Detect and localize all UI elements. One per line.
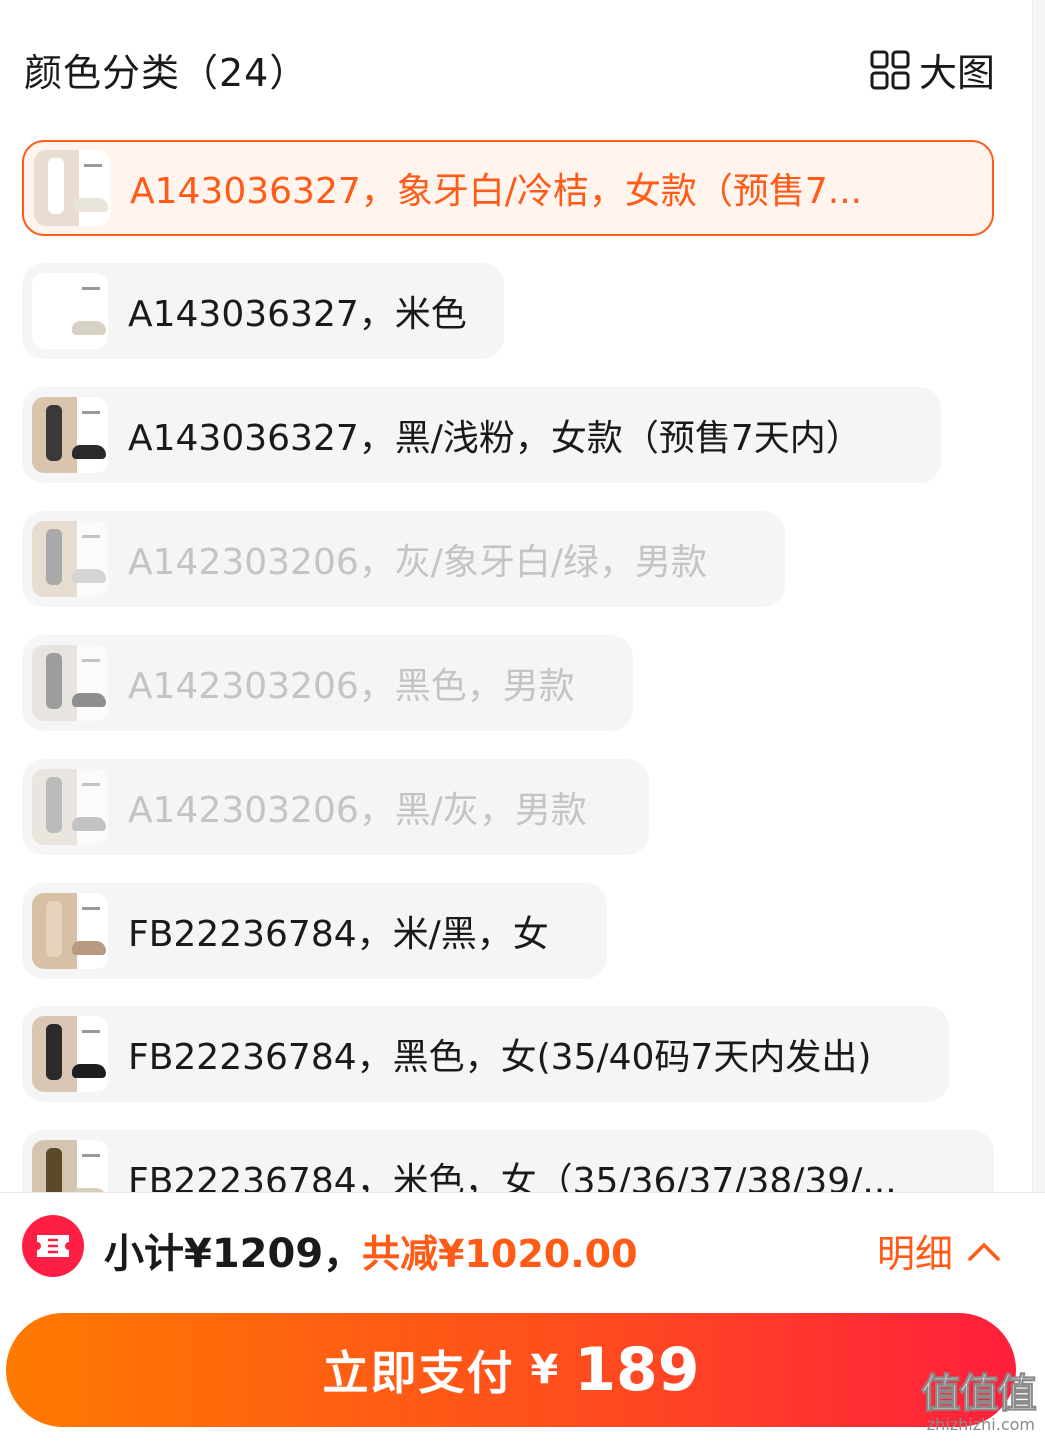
variant-thumbnail <box>32 521 108 597</box>
variant-option[interactable]: A142303206，灰/象牙白/绿，男款 <box>22 511 785 607</box>
grid-icon <box>870 50 910 89</box>
variant-label: FB22236784，黑色，女(35/40码7天内发出) <box>128 1037 872 1078</box>
variant-option[interactable]: A143036327，象牙白/冷桔，女款（预售7... <box>22 140 994 236</box>
variant-option[interactable]: A143036327，米色 <box>22 263 504 359</box>
variant-label: A143036327，黑/浅粉，女款（预售7天内） <box>128 418 862 459</box>
large-view-label: 大图 <box>918 51 995 95</box>
header: 颜色分类（24） 大图 <box>24 38 995 98</box>
variant-label: A142303206，黑/灰，男款 <box>128 790 587 831</box>
variant-label: A142303206，黑色，男款 <box>128 666 575 707</box>
variant-thumbnail <box>32 645 108 721</box>
checkout-bar: 小计¥1209， 共减¥1020.00 明细 立即支付 ¥ 189 值值值 zh… <box>0 1192 1045 1441</box>
variant-thumbnail <box>34 150 110 226</box>
variant-option[interactable]: A142303206，黑色，男款 <box>22 635 633 731</box>
variant-option[interactable]: A142303206，黑/灰，男款 <box>22 759 649 855</box>
pay-currency: ¥ <box>530 1347 559 1393</box>
variant-thumbnail <box>32 769 108 845</box>
section-title: 颜色分类（24） <box>24 51 309 95</box>
chevron-up-icon <box>968 1242 1000 1261</box>
variant-option[interactable]: FB22236784，米/黑，女 <box>22 883 607 979</box>
variant-label: A143036327，米色 <box>128 294 467 335</box>
details-label: 明细 <box>876 1232 953 1276</box>
variant-option[interactable]: FB22236784，米色，女（35/36/37/38/39/... <box>22 1130 994 1192</box>
variant-thumbnail <box>32 1140 108 1192</box>
ticket-icon <box>37 1235 69 1257</box>
pay-now-button[interactable]: 立即支付 ¥ 189 <box>6 1313 1016 1427</box>
variant-label: A142303206，灰/象牙白/绿，男款 <box>128 542 708 583</box>
variant-label: FB22236784，米色，女（35/36/37/38/39/... <box>128 1161 897 1192</box>
variant-label: A143036327，象牙白/冷桔，女款（预售7... <box>130 171 863 212</box>
discount-text: 共减¥1020.00 <box>362 1232 638 1276</box>
variant-label: FB22236784，米/黑，女 <box>128 914 549 955</box>
coupon-badge[interactable] <box>22 1215 84 1277</box>
variant-option[interactable]: A143036327，黑/浅粉，女款（预售7天内） <box>22 387 941 483</box>
variant-thumbnail <box>32 1016 108 1092</box>
details-button[interactable]: 明细 <box>877 1223 1001 1278</box>
variant-option[interactable]: FB22236784，黑色，女(35/40码7天内发出) <box>22 1006 949 1102</box>
variant-list: A143036327，象牙白/冷桔，女款（预售7... A143036327，米… <box>22 140 997 1192</box>
variant-thumbnail <box>32 893 108 969</box>
pay-now-label: 立即支付 <box>322 1346 515 1400</box>
pay-amount: 189 <box>574 1335 700 1405</box>
variant-thumbnail <box>32 397 108 473</box>
variant-thumbnail <box>32 273 108 349</box>
large-view-toggle[interactable]: 大图 <box>869 42 995 97</box>
scrollbar[interactable] <box>1032 0 1045 1192</box>
subtotal-text: 小计¥1209， <box>104 1231 364 1277</box>
